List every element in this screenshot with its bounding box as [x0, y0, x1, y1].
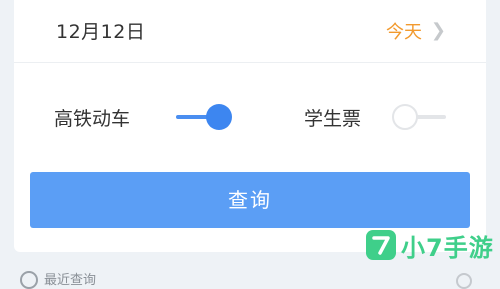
toggle-knob — [206, 104, 232, 130]
clear-icon[interactable] — [456, 273, 472, 289]
student-ticket-toggle[interactable] — [392, 102, 450, 132]
high-speed-toggle[interactable] — [174, 102, 232, 132]
watermark: 小7手游 — [366, 225, 494, 265]
watermark-logo-icon — [366, 230, 396, 260]
recent-search-label: 最近查询 — [44, 273, 97, 288]
clock-icon — [20, 271, 38, 289]
query-button[interactable]: 查询 — [30, 172, 470, 228]
departure-date[interactable]: 12月12日 — [56, 17, 145, 44]
toggle-knob — [392, 104, 418, 130]
student-ticket-label: 学生票 — [304, 108, 362, 130]
today-label: 今天 — [386, 22, 422, 43]
watermark-text: 小7手游 — [401, 233, 494, 262]
high-speed-label: 高铁动车 — [54, 108, 131, 130]
search-card: 12月12日 今天 ❯ 高铁动车 学生票 查询 — [14, 0, 486, 252]
chevron-right-icon: ❯ — [430, 20, 446, 41]
date-selector[interactable]: 12月12日 今天 ❯ — [14, 0, 486, 63]
